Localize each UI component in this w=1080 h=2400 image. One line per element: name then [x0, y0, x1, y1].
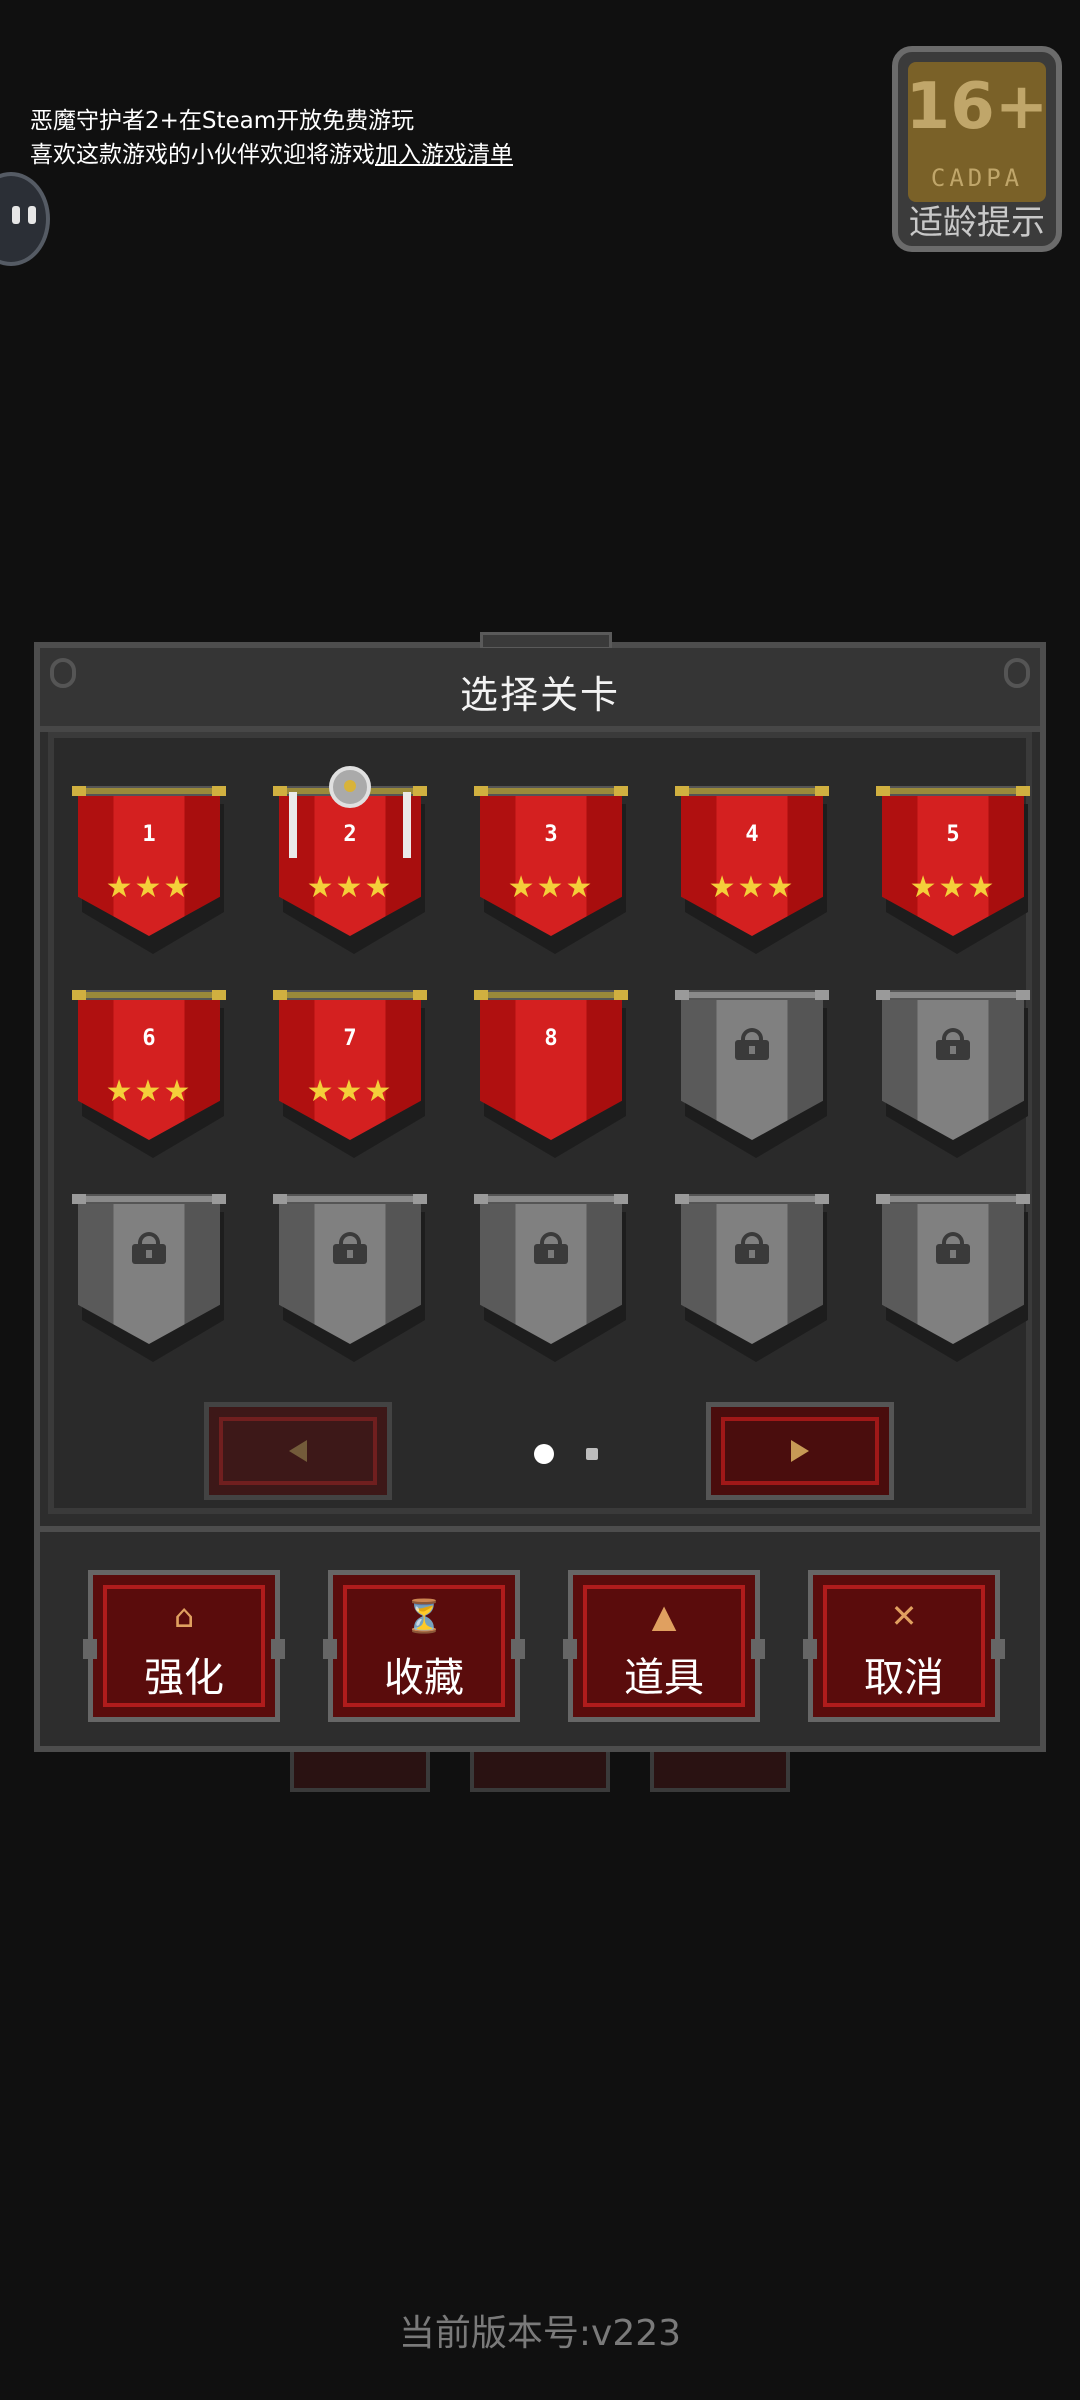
page-indicator-inactive[interactable]	[586, 1448, 598, 1460]
notice-line-2-prefix: 喜欢这款游戏的小伙伴欢迎将游戏	[30, 142, 375, 168]
level-number: 4	[745, 822, 759, 847]
level-banner-1[interactable]: 1 ★★★	[72, 786, 226, 954]
banner-rod	[474, 990, 628, 1000]
level-banner-5[interactable]: 5 ★★★	[876, 786, 1030, 954]
level-number: 8	[544, 1026, 558, 1051]
next-page-frame	[721, 1417, 879, 1485]
lock-icon	[534, 1232, 568, 1264]
level-stars: ★★★	[708, 870, 796, 905]
banner-rod	[72, 990, 226, 1000]
banner-rod	[72, 786, 226, 796]
level-number: 1	[142, 822, 156, 847]
banner-rod	[876, 990, 1030, 1000]
level-number: 2	[343, 822, 357, 847]
level-banner-locked[interactable]	[474, 1194, 628, 1362]
bubble-eye-right	[28, 206, 36, 224]
level-grid: 1 ★★★ 2 ★★★ 3 ★★★ 4 ★★★ 5 ★★★ 6 ★★★ 7 ★★…	[72, 766, 1030, 1362]
level-stars: ★★★	[306, 1074, 394, 1109]
level-banner-7[interactable]: 7 ★★★	[273, 990, 427, 1158]
level-banner-locked[interactable]	[876, 1194, 1030, 1362]
prev-page-frame	[219, 1417, 377, 1485]
banner-rod	[876, 786, 1030, 796]
cancel-label: 取消	[864, 1655, 944, 1701]
level-banner-3[interactable]: 3 ★★★	[474, 786, 628, 954]
wishlist-link[interactable]: 加入游戏清单	[375, 142, 513, 168]
arrow-left-icon	[289, 1440, 307, 1462]
level-banner-2[interactable]: 2 ★★★	[273, 766, 427, 954]
age-rating-number: 16+	[905, 70, 1049, 144]
level-stars: ★★★	[105, 1074, 193, 1109]
level-banner-6[interactable]: 6 ★★★	[72, 990, 226, 1158]
collection-label: 收藏	[384, 1655, 464, 1701]
version-label: 当前版本号:v223	[398, 2313, 682, 2354]
potion-icon: ▲	[651, 1597, 677, 1635]
bubble-eye-left	[12, 206, 20, 224]
dialog-title-bar: 选择关卡	[40, 648, 1040, 732]
lock-icon	[936, 1028, 970, 1060]
prev-page-button[interactable]	[204, 1402, 392, 1500]
level-banner-locked[interactable]	[273, 1194, 427, 1362]
banner-rod	[273, 1194, 427, 1204]
lock-icon	[333, 1232, 367, 1264]
lock-icon	[132, 1232, 166, 1264]
banner-rod	[72, 1194, 226, 1204]
level-stars: ★★★	[306, 870, 394, 905]
collection-button[interactable]: ⏳ 收藏	[323, 1570, 525, 1722]
level-number: 5	[946, 822, 960, 847]
level-stars: ★★★	[507, 870, 595, 905]
notice-line-2: 喜欢这款游戏的小伙伴欢迎将游戏加入游戏清单	[30, 138, 513, 172]
next-page-button[interactable]	[706, 1402, 894, 1500]
level-banner-4[interactable]: 4 ★★★	[675, 786, 829, 954]
age-rating-label: 适龄提示	[909, 203, 1045, 243]
notice-line-1: 恶魔守护者2+在Steam开放免费游玩	[30, 108, 415, 134]
banner-rod	[675, 786, 829, 796]
banner-rod	[675, 1194, 829, 1204]
dialog-title: 选择关卡	[459, 673, 620, 717]
page-navigation	[204, 1402, 894, 1502]
page-indicator-active	[534, 1444, 554, 1464]
arrow-right-icon	[791, 1440, 809, 1462]
level-number: 6	[142, 1026, 156, 1051]
lock-icon	[936, 1232, 970, 1264]
action-bar: ⌂ 强化 ⏳ 收藏 ▲ 道具 ✕ 取消	[34, 1526, 1046, 1752]
level-banner-locked[interactable]	[675, 1194, 829, 1362]
trophy-icon: ⏳	[404, 1597, 444, 1635]
banner-rod	[876, 1194, 1030, 1204]
current-level-medal-icon	[329, 766, 371, 808]
banner-rod	[273, 990, 427, 1000]
banner-rod	[474, 786, 628, 796]
upgrade-button[interactable]: ⌂ 强化	[83, 1570, 285, 1722]
level-stars: ★★★	[909, 870, 997, 905]
upgrade-label: 强化	[144, 1655, 224, 1701]
lock-icon	[735, 1232, 769, 1264]
level-banner-locked[interactable]	[876, 990, 1030, 1158]
level-grid-area: 1 ★★★ 2 ★★★ 3 ★★★ 4 ★★★ 5 ★★★ 6 ★★★ 7 ★★…	[48, 732, 1032, 1514]
level-stars: ★★★	[105, 870, 193, 905]
close-icon: ✕	[890, 1597, 918, 1635]
banner-rod	[675, 990, 829, 1000]
lock-icon	[735, 1028, 769, 1060]
upgrade-icon: ⌂	[173, 1597, 195, 1635]
level-number: 3	[544, 822, 558, 847]
age-rating-badge: 16+ CADPA 适龄提示	[892, 46, 1062, 252]
level-banner-locked[interactable]	[72, 1194, 226, 1362]
banner-rod	[474, 1194, 628, 1204]
level-banner-locked[interactable]	[675, 990, 829, 1158]
steam-notice: 恶魔守护者2+在Steam开放免费游玩 喜欢这款游戏的小伙伴欢迎将游戏加入游戏清…	[30, 104, 513, 172]
items-label: 道具	[624, 1655, 704, 1701]
floating-assistant-bubble[interactable]	[0, 172, 50, 266]
age-rating-org: CADPA	[930, 164, 1024, 192]
level-banner-8[interactable]: 8	[474, 990, 628, 1158]
items-button[interactable]: ▲ 道具	[563, 1570, 765, 1722]
level-number: 7	[343, 1026, 357, 1051]
cancel-button[interactable]: ✕ 取消	[803, 1570, 1005, 1722]
